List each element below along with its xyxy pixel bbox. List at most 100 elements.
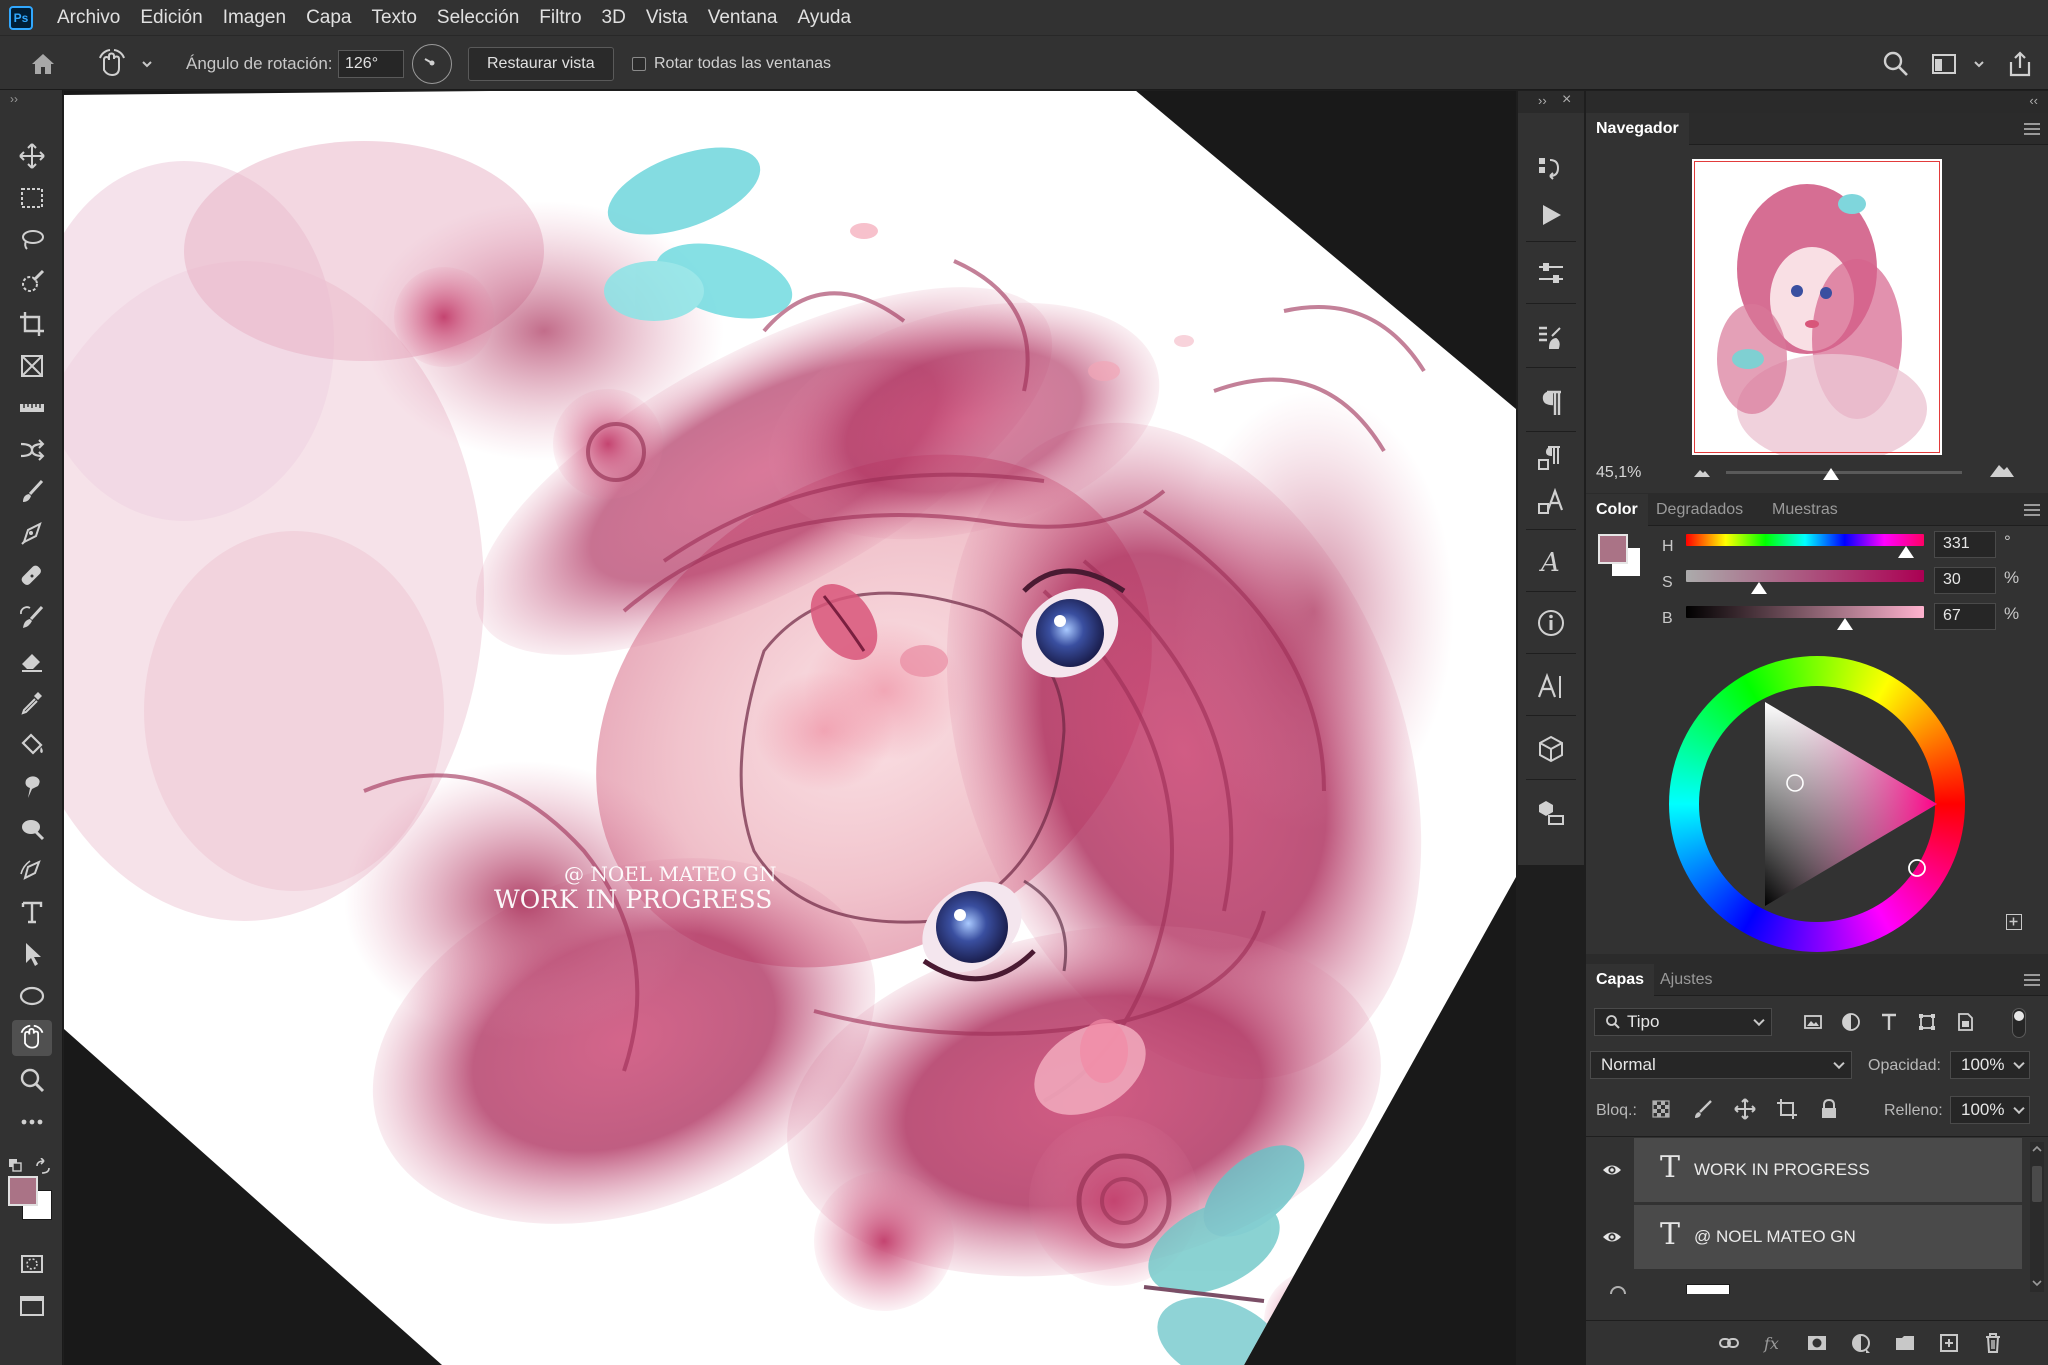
hue-slider-thumb[interactable] — [1898, 546, 1914, 558]
hue-slider[interactable] — [1686, 534, 1924, 546]
quick-mask-icon[interactable] — [12, 1246, 52, 1282]
smudge-tool-icon[interactable] — [12, 768, 52, 804]
share-icon[interactable] — [2006, 36, 2034, 91]
info-icon[interactable] — [1533, 605, 1569, 641]
menu-texto[interactable]: Texto — [371, 7, 416, 29]
menu-edicion[interactable]: Edición — [140, 7, 202, 29]
wheel-picker[interactable] — [1908, 859, 1926, 877]
tab-muestras[interactable]: Muestras — [1762, 494, 1848, 526]
menu-ventana[interactable]: Ventana — [708, 7, 778, 29]
glyphs-icon[interactable]: A — [1533, 543, 1569, 579]
lasso-tool-icon[interactable] — [12, 222, 52, 258]
type-tool-icon[interactable] — [12, 894, 52, 930]
brush-settings-icon[interactable] — [1533, 319, 1569, 355]
paragraph-icon[interactable] — [1533, 385, 1569, 421]
lock-pixels-icon[interactable] — [1690, 1096, 1716, 1122]
menu-imagen[interactable]: Imagen — [223, 7, 286, 29]
saturation-input[interactable]: 30 — [1934, 567, 1996, 594]
tab-capas[interactable]: Capas — [1586, 964, 1655, 996]
menu-ayuda[interactable]: Ayuda — [797, 7, 851, 29]
quick-selection-tool-icon[interactable] — [12, 264, 52, 300]
history-icon[interactable] — [1533, 151, 1569, 187]
color-triangle[interactable] — [1669, 656, 1965, 952]
hue-input[interactable]: 331 — [1934, 531, 1996, 558]
rotate-view-tool-icon[interactable] — [96, 36, 128, 91]
zoom-out-mountain-icon[interactable] — [1692, 465, 1712, 484]
layers-scrollbar[interactable] — [2030, 1142, 2044, 1292]
navigator-zoom-thumb[interactable] — [1823, 468, 1839, 480]
layers-menu-icon[interactable] — [2024, 974, 2040, 986]
frame-tool-icon[interactable] — [12, 348, 52, 384]
curvature-pen-tool-icon[interactable] — [12, 852, 52, 888]
lock-transparent-icon[interactable] — [1648, 1096, 1674, 1122]
saturation-slider[interactable] — [1686, 570, 1924, 582]
collapse-toolbar-icon[interactable]: ›› — [10, 92, 18, 106]
marquee-tool-icon[interactable] — [12, 180, 52, 216]
workspace-icon[interactable] — [1930, 36, 1958, 91]
adjustments-sliders-icon[interactable] — [1533, 255, 1569, 291]
delete-layer-trash-icon[interactable] — [1980, 1330, 2006, 1356]
zoom-tool-icon[interactable] — [12, 1062, 52, 1098]
new-group-folder-icon[interactable] — [1892, 1330, 1918, 1356]
brush-tool-icon[interactable] — [12, 474, 52, 510]
blend-mode-dropdown[interactable]: Normal — [1590, 1051, 1852, 1079]
3d-materials-icon[interactable] — [1533, 795, 1569, 831]
menu-capa[interactable]: Capa — [306, 7, 351, 29]
filter-shape-icon[interactable] — [1914, 1009, 1940, 1035]
brightness-slider-thumb[interactable] — [1837, 618, 1853, 630]
move-tool-icon[interactable] — [12, 138, 52, 174]
navigator-zoom-slider[interactable] — [1726, 471, 1962, 474]
character-icon[interactable] — [1533, 669, 1569, 705]
color-menu-icon[interactable] — [2024, 504, 2040, 516]
menu-3d[interactable]: 3D — [602, 7, 626, 29]
visibility-eye-icon[interactable] — [1602, 1160, 1622, 1180]
brightness-input[interactable]: 67 — [1934, 603, 1996, 630]
brightness-slider[interactable] — [1686, 606, 1924, 618]
lock-all-icon[interactable] — [1816, 1096, 1842, 1122]
saturation-slider-thumb[interactable] — [1751, 582, 1767, 594]
paragraph-styles-icon[interactable] — [1533, 441, 1569, 477]
character-styles-icon[interactable] — [1533, 485, 1569, 521]
filter-type-icon[interactable] — [1876, 1009, 1902, 1035]
add-mask-icon[interactable] — [1804, 1330, 1830, 1356]
content-aware-move-tool-icon[interactable] — [12, 432, 52, 468]
zoom-in-mountain-icon[interactable] — [1988, 459, 2016, 484]
navigator-menu-icon[interactable] — [2024, 123, 2040, 135]
fill-input[interactable]: 100% — [1950, 1096, 2030, 1124]
crop-tool-icon[interactable] — [12, 306, 52, 342]
new-adjustment-layer-icon[interactable] — [1848, 1330, 1874, 1356]
tab-ajustes[interactable]: Ajustes — [1650, 964, 1722, 996]
rotation-dial[interactable] — [412, 43, 452, 84]
navigator-zoom-value[interactable]: 45,1% — [1596, 464, 1641, 482]
search-icon[interactable] — [1882, 36, 1910, 91]
foreground-color-swatch[interactable] — [8, 1176, 38, 1206]
dodge-tool-icon[interactable] — [12, 810, 52, 846]
navigator-thumbnail[interactable] — [1692, 159, 1942, 455]
menu-filtro[interactable]: Filtro — [539, 7, 581, 29]
lock-artboard-icon[interactable] — [1774, 1096, 1800, 1122]
home-icon[interactable] — [28, 36, 58, 91]
paint-bucket-tool-icon[interactable] — [12, 726, 52, 762]
workspace-chevron-icon[interactable] — [1972, 36, 1986, 91]
color-panel-foreground-swatch[interactable] — [1598, 534, 1628, 564]
layer-row-partial[interactable] — [1586, 1272, 2048, 1294]
rotate-view-tool-button[interactable] — [12, 1020, 52, 1056]
layer-row-noel-mateo-gn[interactable]: T @ NOEL MATEO GN — [1586, 1205, 2048, 1271]
expand-panels-icon[interactable]: ›› — [1538, 93, 1547, 108]
path-selection-tool-icon[interactable] — [12, 936, 52, 972]
eraser-tool-icon[interactable] — [12, 642, 52, 678]
filter-pixel-icon[interactable] — [1800, 1009, 1826, 1035]
history-brush-tool-icon[interactable] — [12, 600, 52, 636]
document-canvas[interactable]: @ NOEL MATEO GN WORK IN PROGRESS — [64, 91, 1516, 1365]
collapse-dock-icon[interactable]: ‹‹ — [2029, 93, 2038, 108]
filter-smart-object-icon[interactable] — [1952, 1009, 1978, 1035]
restore-view-button[interactable]: Restaurar vista — [468, 46, 614, 81]
ruler-tool-icon[interactable] — [12, 390, 52, 426]
filter-toggle[interactable] — [2012, 1008, 2026, 1038]
tab-navegador[interactable]: Navegador — [1586, 113, 1689, 145]
filter-adjustment-icon[interactable] — [1838, 1009, 1864, 1035]
screen-mode-icon[interactable] — [12, 1288, 52, 1324]
tool-preset-chevron-icon[interactable] — [140, 36, 154, 91]
pen-tool-icon[interactable] — [12, 516, 52, 552]
menu-archivo[interactable]: Archivo — [57, 7, 120, 29]
